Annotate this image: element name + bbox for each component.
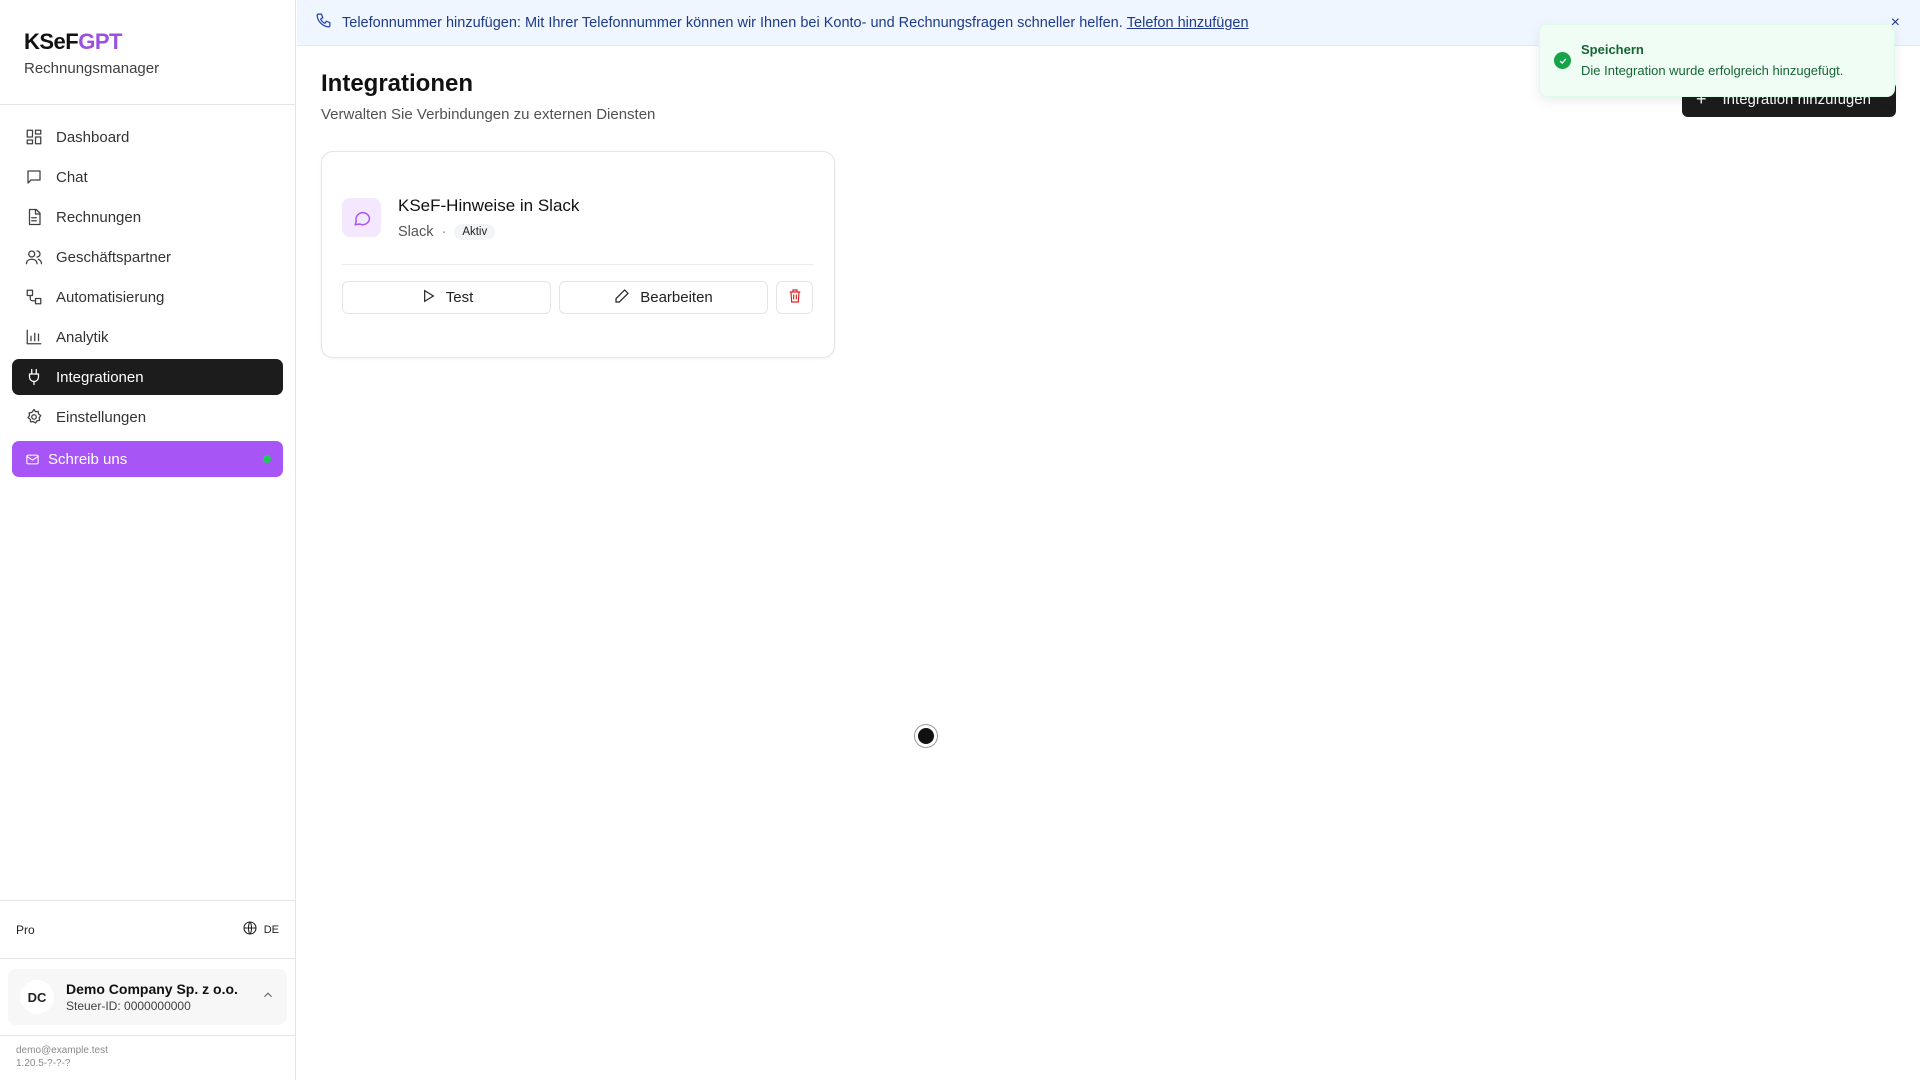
sidebar-item-label: Dashboard	[56, 128, 130, 146]
workflow-icon	[24, 287, 44, 307]
language-switcher[interactable]: DE	[242, 920, 279, 939]
users-icon	[24, 247, 44, 267]
add-phone-link[interactable]: Telefon hinzufügen	[1127, 15, 1249, 31]
sidebar-item-label: Integrationen	[56, 368, 144, 386]
sidebar-item-label: Analytik	[56, 328, 109, 346]
delete-button[interactable]	[776, 281, 813, 314]
card-divider	[342, 264, 814, 265]
globe-icon	[242, 920, 264, 939]
sidebar-nav: Dashboard Chat Rechnungen Geschäftspartn…	[0, 105, 295, 477]
sidebar-footer: Pro DE DC Demo Company Sp. z o.o. Steuer…	[0, 900, 295, 1080]
company-name: Demo Company Sp. z o.o.	[66, 981, 238, 997]
sidebar-item-analytik[interactable]: Analytik	[12, 319, 283, 355]
sidebar-item-rechnungen[interactable]: Rechnungen	[12, 199, 283, 235]
sidebar-item-dashboard[interactable]: Dashboard	[12, 119, 283, 155]
footer-meta: demo@example.test 1.20.5-?-?-?	[0, 1035, 295, 1080]
write-us-label: Schreib uns	[48, 450, 128, 468]
bar-chart-icon	[24, 327, 44, 347]
sidebar-item-integrationen[interactable]: Integrationen	[12, 359, 283, 395]
chevron-up-icon	[261, 988, 275, 1007]
page-title: Integrationen	[321, 70, 474, 97]
edit-button[interactable]: Bearbeiten	[559, 281, 768, 314]
company-tax-id: Steuer-ID: 0000000000	[66, 999, 191, 1013]
app-subtitle: Rechnungsmanager	[24, 60, 160, 77]
write-us-button[interactable]: Schreib uns	[12, 441, 283, 477]
test-label: Test	[445, 289, 474, 306]
company-section: DC Demo Company Sp. z o.o. Steuer-ID: 00…	[0, 958, 295, 1035]
page-subtitle: Verwalten Sie Verbindungen zu externen D…	[321, 106, 656, 123]
status-badge: Aktiv	[454, 224, 496, 240]
integration-name: KSeF-Hinweise in Slack	[398, 196, 580, 215]
sidebar-item-label: Einstellungen	[56, 408, 147, 426]
trash-icon	[787, 288, 803, 308]
mail-icon	[24, 449, 40, 469]
integration-card: KSeF-Hinweise in Slack Slack · Aktiv Tes…	[321, 151, 835, 358]
sidebar-item-chat[interactable]: Chat	[12, 159, 283, 195]
document-icon	[24, 207, 44, 227]
sidebar-item-automatisierung[interactable]: Automatisierung	[12, 279, 283, 315]
company-switcher[interactable]: DC Demo Company Sp. z o.o. Steuer-ID: 00…	[8, 969, 287, 1025]
pencil-icon	[614, 288, 640, 308]
test-button[interactable]: Test	[342, 281, 551, 314]
app-version: 1.20.5-?-?-?	[16, 1058, 71, 1069]
brand: KSeFGPT Rechnungsmanager	[0, 0, 295, 105]
check-circle-icon	[1554, 52, 1571, 69]
edit-label: Bearbeiten	[640, 289, 713, 306]
sidebar-item-label: Chat	[56, 168, 88, 186]
plan-row: Pro DE	[0, 900, 295, 958]
banner-text: Telefonnummer hinzufügen: Mit Ihrer Tele…	[342, 14, 1123, 31]
chat-icon	[24, 167, 44, 187]
toast-title: Speichern	[1581, 42, 1644, 57]
sidebar-item-label: Rechnungen	[56, 208, 142, 226]
meta-separator: ·	[441, 224, 447, 240]
language-label: DE	[263, 923, 279, 936]
message-circle-icon	[342, 198, 381, 237]
success-toast: Speichern Die Integration wurde erfolgre…	[1539, 24, 1895, 97]
gear-icon	[24, 407, 44, 427]
sidebar: KSeFGPT Rechnungsmanager Dashboard Chat …	[0, 0, 296, 1080]
mouse-cursor	[915, 725, 937, 747]
sidebar-item-label: Automatisierung	[56, 288, 165, 306]
integration-type: Slack	[398, 224, 434, 240]
plug-icon	[24, 367, 44, 387]
plan-label: Pro	[16, 922, 35, 937]
page-header: Integrationen Verwalten Sie Verbindungen…	[321, 70, 655, 123]
sidebar-item-einstellungen[interactable]: Einstellungen	[12, 399, 283, 435]
sidebar-item-geschaeftspartner[interactable]: Geschäftspartner	[12, 239, 283, 275]
toast-message: Die Integration wurde erfolgreich hinzug…	[1581, 63, 1844, 78]
app-logo[interactable]: KSeFGPT	[24, 30, 271, 54]
user-email: demo@example.test	[16, 1045, 108, 1056]
dashboard-icon	[24, 127, 44, 147]
play-icon	[420, 288, 446, 308]
avatar: DC	[20, 980, 54, 1014]
phone-icon	[315, 12, 342, 33]
sidebar-item-label: Geschäftspartner	[56, 248, 172, 266]
online-status-dot	[263, 455, 271, 463]
